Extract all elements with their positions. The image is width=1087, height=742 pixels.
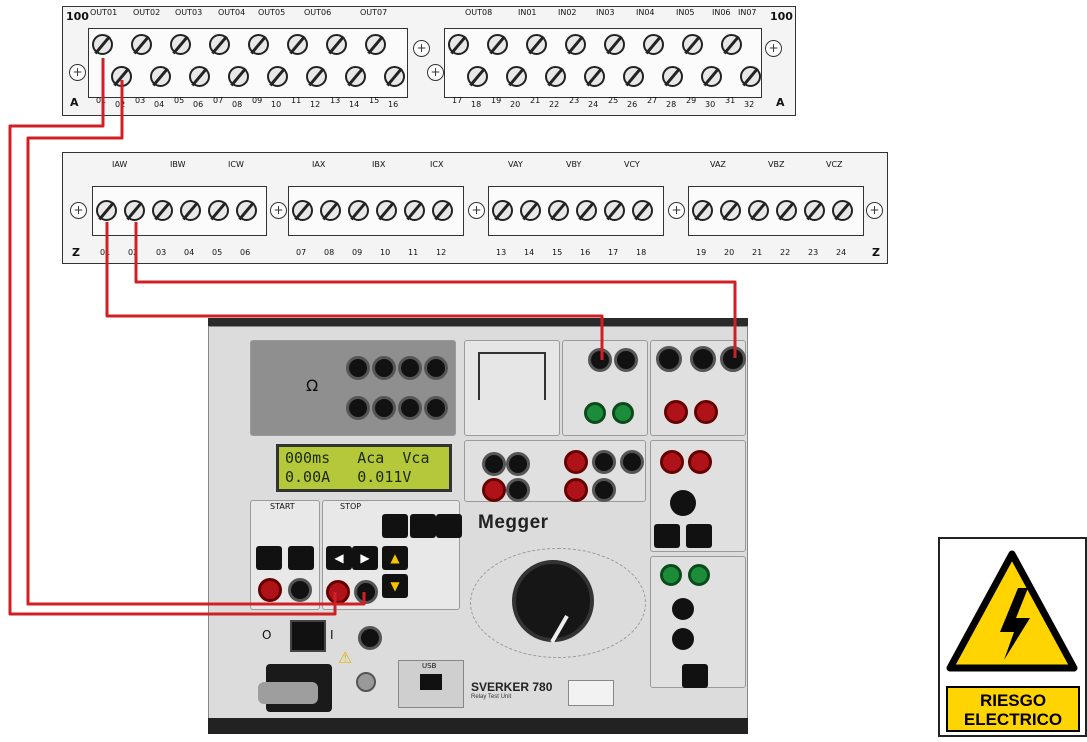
warning-sign-text: RIESGO ELECTRICO: [946, 686, 1080, 732]
wire-out01-to-stop-black: [26, 80, 366, 606]
wiring-overlay: [8, 58, 737, 616]
high-voltage-warning-icon: [946, 550, 1078, 672]
wire-iaw-02-to-current-out: [134, 222, 737, 358]
warning-line-1: RIESGO: [979, 691, 1047, 710]
warning-line-2: ELECTRICO: [963, 710, 1063, 729]
wire-out01-to-stop-red: [8, 58, 337, 616]
wire-iaw-01-to-current-out: [105, 222, 604, 360]
